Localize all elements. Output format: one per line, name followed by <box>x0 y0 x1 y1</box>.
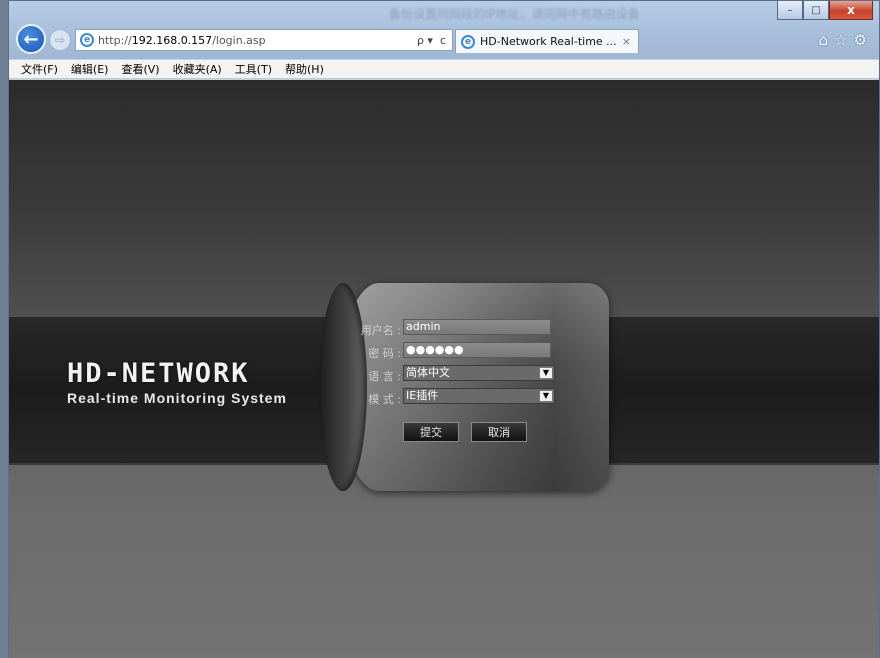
menu-help[interactable]: 帮助(H) <box>285 61 324 77</box>
language-row: 语 言 : 简体中文 ▼ <box>349 364 569 387</box>
maximize-button[interactable]: □ <box>803 1 829 20</box>
url-text[interactable]: http://192.168.0.157/login.asp <box>98 34 266 47</box>
password-input[interactable]: ●●●●●● <box>403 342 551 358</box>
language-label: 语 言 : <box>368 370 401 383</box>
chevron-down-icon[interactable]: ▼ <box>539 367 553 379</box>
forward-arrow-icon: ⇨ <box>54 33 66 47</box>
ie-tab-icon: e <box>461 34 475 49</box>
mode-row: 模 式 : IE插件 ▼ <box>349 387 569 410</box>
address-bar[interactable]: e http://192.168.0.157/login.asp ρ ▾ c <box>75 29 453 51</box>
language-select[interactable]: 简体中文 ▼ <box>403 365 555 381</box>
form-buttons: 提交 取消 <box>403 422 527 442</box>
url-host: 192.168.0.157 <box>131 33 213 47</box>
minimize-button[interactable]: – <box>777 1 803 20</box>
ie-page-icon: e <box>80 33 94 47</box>
search-refresh-icons[interactable]: ρ ▾ c <box>417 34 452 47</box>
brand-logo: HD-NETWORK Real-time Monitoring System <box>67 358 287 406</box>
mode-selected-value: IE插件 <box>406 389 439 402</box>
back-arrow-icon: ← <box>23 28 39 50</box>
username-row: 用户名 : admin <box>349 318 569 341</box>
password-row: 密 码 : ●●●●●● <box>349 341 569 364</box>
submit-button[interactable]: 提交 <box>403 422 459 442</box>
browser-window: 备份设置同网段的IP地址，请同网中有路由设备 – □ x ← ⇨ e http:… <box>8 0 880 658</box>
tab-title: HD-Network Real-time ... <box>480 35 617 48</box>
home-icon[interactable]: ⌂ <box>819 31 829 49</box>
close-button[interactable]: x <box>829 1 873 20</box>
menu-tools[interactable]: 工具(T) <box>235 61 272 77</box>
login-form: 用户名 : admin 密 码 : ●●●●●● 语 言 : 简体中文 ▼ 模 … <box>349 318 569 442</box>
window-controls: – □ x <box>777 1 873 20</box>
browser-right-tools: ⌂ ☆ ⚙ <box>819 31 867 49</box>
menu-favorites[interactable]: 收藏夹(A) <box>173 61 222 77</box>
favorites-star-icon[interactable]: ☆ <box>834 31 847 49</box>
username-input[interactable]: admin <box>403 319 551 335</box>
language-selected-value: 简体中文 <box>406 366 450 379</box>
menu-file[interactable]: 文件(F) <box>21 61 58 77</box>
cancel-button[interactable]: 取消 <box>471 422 527 442</box>
menu-view[interactable]: 查看(V) <box>121 61 159 77</box>
url-path: /login.asp <box>212 33 266 47</box>
password-label: 密 码 : <box>368 347 401 360</box>
forward-button[interactable]: ⇨ <box>49 29 71 51</box>
background-window-text: 备份设置同网段的IP地址，请同网中有路由设备 <box>389 7 640 21</box>
menu-edit[interactable]: 编辑(E) <box>71 61 109 77</box>
tab-close-icon[interactable]: × <box>622 35 631 48</box>
page-content: HD-NETWORK Real-time Monitoring System 用… <box>9 80 879 658</box>
mode-label: 模 式 : <box>368 393 401 406</box>
brand-name: HD-NETWORK <box>67 358 250 389</box>
url-prefix: http:// <box>98 33 132 47</box>
username-label: 用户名 : <box>360 324 401 337</box>
brand-subtitle: Real-time Monitoring System <box>67 390 287 406</box>
chevron-down-icon[interactable]: ▼ <box>539 390 553 402</box>
mode-select[interactable]: IE插件 ▼ <box>403 388 555 404</box>
back-button[interactable]: ← <box>16 24 46 54</box>
settings-gear-icon[interactable]: ⚙ <box>854 31 867 49</box>
menu-bar: 文件(F) 编辑(E) 查看(V) 收藏夹(A) 工具(T) 帮助(H) <box>9 59 879 79</box>
browser-tab[interactable]: e HD-Network Real-time ... × <box>455 29 639 53</box>
browser-titlebar: 备份设置同网段的IP地址，请同网中有路由设备 – □ x ← ⇨ e http:… <box>9 1 879 59</box>
